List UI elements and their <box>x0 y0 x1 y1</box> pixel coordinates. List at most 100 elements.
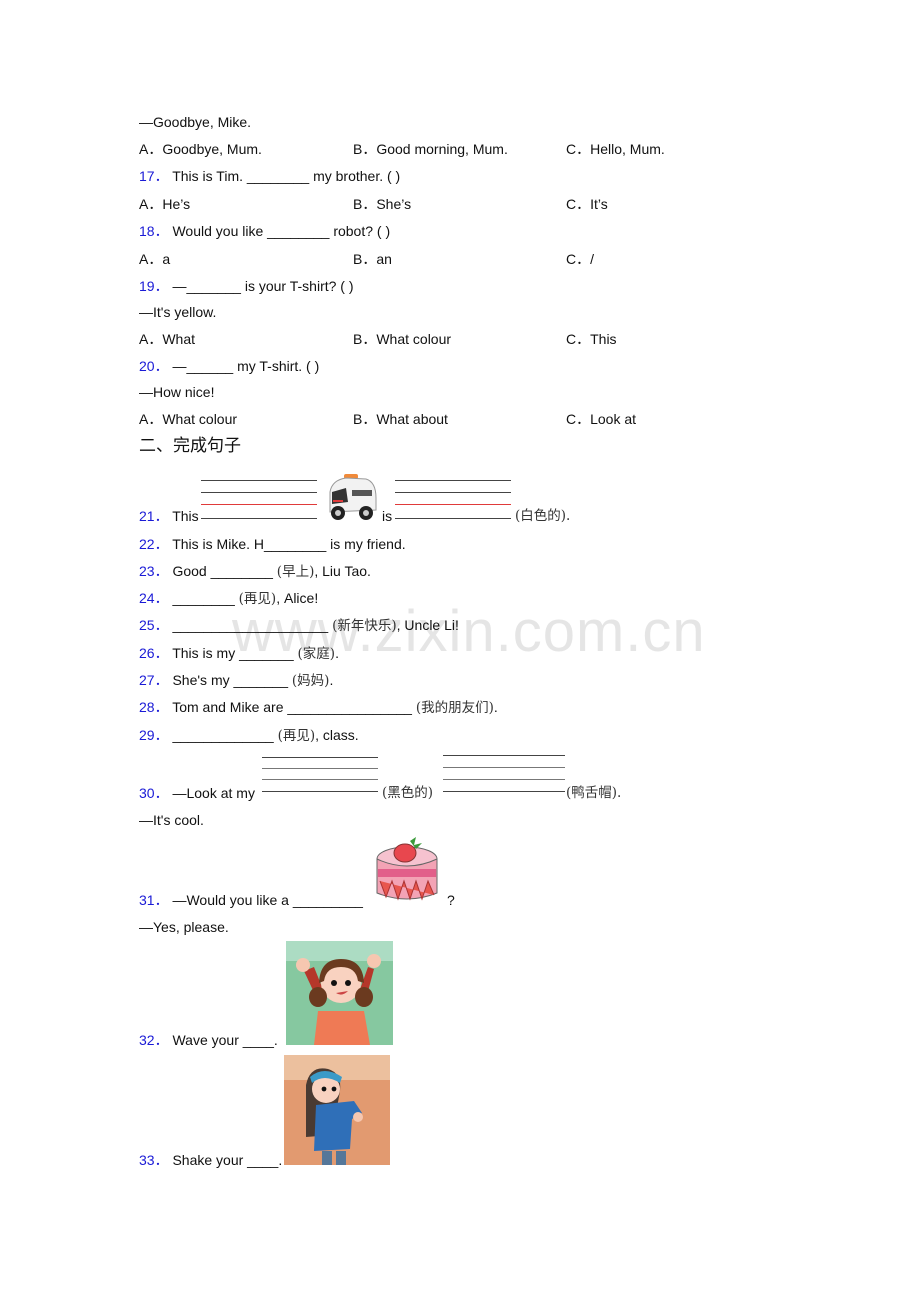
girl-waving-picture <box>286 941 393 1045</box>
hint: (早上) <box>276 564 315 580</box>
q20-response: —How nice! <box>139 384 215 400</box>
q19-response: —It's yellow. <box>139 304 217 320</box>
q31-response: —Yes, please. <box>139 919 229 935</box>
question-text: —Look at my <box>172 785 255 801</box>
strawberry-cake-picture <box>376 837 438 901</box>
section-title: 二、完成句子 <box>139 436 241 456</box>
question-text-end: , Liu Tao. <box>314 563 371 579</box>
question-text: She's my _______ <box>172 672 292 688</box>
writing-line <box>262 768 378 769</box>
question-23: 23． Good ________ (早上), Liu Tao. <box>139 562 371 581</box>
question-text-end: , Alice! <box>276 590 319 606</box>
q19-option-a[interactable]: A．What <box>139 330 195 348</box>
hint: (妈妈) <box>291 673 330 689</box>
question-number: 18． <box>139 223 169 239</box>
writing-line[interactable] <box>443 791 565 792</box>
hint: (我的朋友们) <box>415 700 494 716</box>
question-text: This is Tim. ________ my brother. ( ) <box>172 168 401 184</box>
writing-line-red <box>395 504 511 505</box>
q17-option-b[interactable]: B．She’s <box>353 195 411 213</box>
writing-line[interactable] <box>395 518 511 519</box>
question-text: Shake your ____. <box>172 1152 283 1168</box>
question-18: 18． Would you like ________ robot? ( ) <box>139 222 390 240</box>
question-27: 27． She's my _______ (妈妈). <box>139 671 333 690</box>
question-text: Good ________ <box>172 563 277 579</box>
q18-option-c[interactable]: C．/ <box>566 250 594 268</box>
q18-option-a[interactable]: A．a <box>139 250 170 268</box>
question-text: ____________________ <box>172 617 333 633</box>
question-17: 17． This is Tim. ________ my brother. ( … <box>139 167 400 185</box>
question-text: This is Mike. H________ is my friend. <box>172 536 406 552</box>
question-number: 23． <box>139 563 169 579</box>
question-28: 28． Tom and Mike are ________________ (我… <box>139 698 498 717</box>
girl-shaking-picture <box>284 1055 390 1165</box>
question-text: This <box>172 508 199 524</box>
question-text: —______ my T-shirt. ( ) <box>172 358 320 374</box>
question-text: Tom and Mike are ________________ <box>172 699 416 715</box>
question-22: 22． This is Mike. H________ is my friend… <box>139 535 406 553</box>
writing-line <box>262 779 378 780</box>
writing-line-red <box>201 504 317 505</box>
question-text-end: . <box>335 645 339 661</box>
writing-line[interactable] <box>262 791 378 792</box>
writing-line <box>262 757 378 758</box>
q20-option-b[interactable]: B．What about <box>353 410 448 428</box>
writing-line <box>395 492 511 493</box>
question-20: 20． —______ my T-shirt. ( ) <box>139 357 319 375</box>
question-number: 30． <box>139 785 169 801</box>
q30-hint-cap: (鸭舌帽). <box>566 785 622 801</box>
question-text: This is my _______ <box>172 645 298 661</box>
question-31: 31． —Would you like a _________ <box>139 891 363 909</box>
q16-response: —Goodbye, Mike. <box>139 114 252 130</box>
question-text-end: , class. <box>315 727 359 743</box>
writing-line <box>443 755 565 756</box>
q30-hint-black: (黑色的) <box>382 785 434 801</box>
question-number: 25． <box>139 617 169 633</box>
question-number: 28． <box>139 699 169 715</box>
writing-line <box>201 480 317 481</box>
question-text: —_______ is your T-shirt? ( ) <box>172 278 354 294</box>
writing-line <box>443 779 565 780</box>
writing-line <box>443 767 565 768</box>
question-29: 29． _____________ (再见), class. <box>139 726 359 745</box>
question-number: 32． <box>139 1032 169 1048</box>
question-text-end: . <box>329 672 334 688</box>
q17-option-c[interactable]: C．It’s <box>566 195 608 213</box>
question-text: Would you like ________ robot? ( ) <box>172 223 391 239</box>
q30-response: —It's cool. <box>139 812 204 828</box>
hint: (新年快乐) <box>332 618 397 634</box>
q31-question-mark: ? <box>447 892 455 908</box>
question-19: 19． —_______ is your T-shirt? ( ) <box>139 277 354 295</box>
question-number: 27． <box>139 672 169 688</box>
q16-option-c[interactable]: C．Hello, Mum. <box>566 140 665 158</box>
question-25: 25． ____________________ (新年快乐), Uncle L… <box>139 616 459 635</box>
question-text: Wave your ____. <box>172 1032 278 1048</box>
question-number: 29． <box>139 727 169 743</box>
writing-line <box>201 492 317 493</box>
q19-option-b[interactable]: B．What colour <box>353 330 451 348</box>
question-text: ________ <box>172 590 239 606</box>
toy-van-picture <box>329 474 377 520</box>
question-32: 32． Wave your ____. <box>139 1031 278 1049</box>
question-number: 19． <box>139 278 169 294</box>
q21-hint: (白色的). <box>515 508 571 524</box>
writing-line <box>395 480 511 481</box>
q17-option-a[interactable]: A．He’s <box>139 195 190 213</box>
question-number: 17． <box>139 168 169 184</box>
question-33: 33． Shake your ____. <box>139 1151 282 1169</box>
hint: (再见) <box>277 728 316 744</box>
q18-option-b[interactable]: B．an <box>353 250 392 268</box>
question-text-end: . <box>493 699 498 715</box>
writing-line[interactable] <box>201 518 317 519</box>
question-number: 31． <box>139 892 169 908</box>
question-30: 30． —Look at my <box>139 784 255 802</box>
q20-option-c[interactable]: C．Look at <box>566 410 636 428</box>
hint: (再见) <box>238 591 277 607</box>
q16-option-a[interactable]: A．Goodbye, Mum. <box>139 140 262 158</box>
question-text: —Would you like a _________ <box>172 892 363 908</box>
q19-option-c[interactable]: C．This <box>566 330 617 348</box>
question-number: 26． <box>139 645 169 661</box>
q16-option-b[interactable]: B．Good morning, Mum. <box>353 140 508 158</box>
question-number: 33． <box>139 1152 169 1168</box>
q20-option-a[interactable]: A．What colour <box>139 410 237 428</box>
